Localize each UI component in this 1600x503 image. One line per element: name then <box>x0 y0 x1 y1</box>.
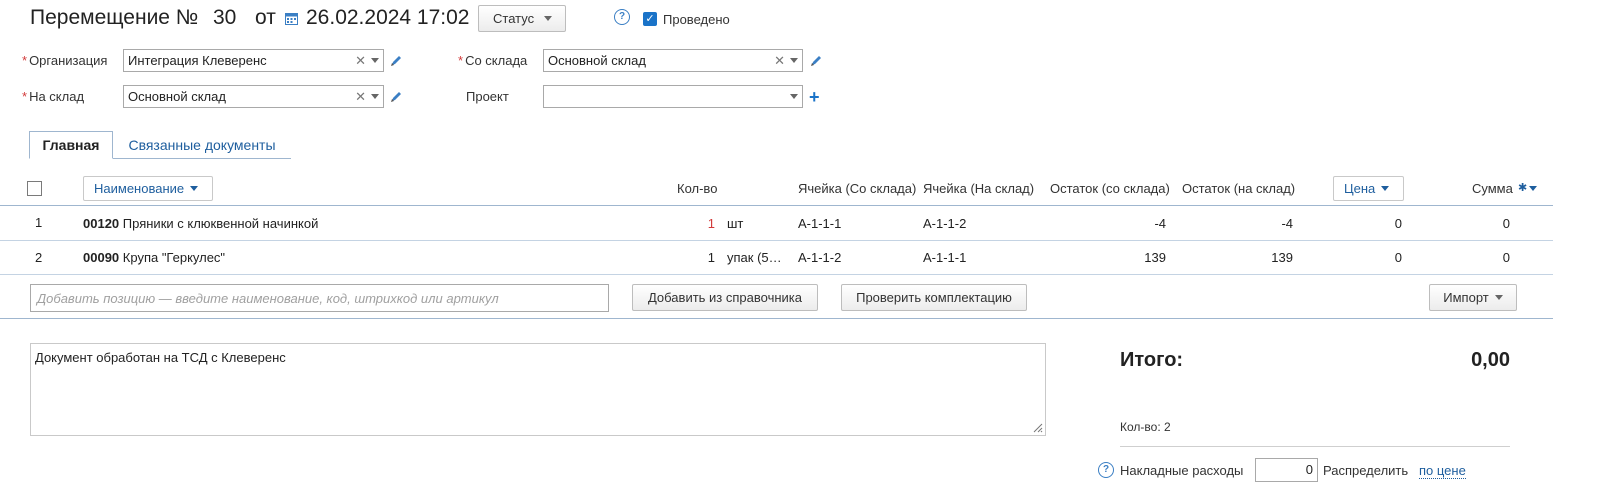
row-item[interactable]: 00120 Пряники с клюквенной начинкой <box>83 216 318 231</box>
column-cell-to: Ячейка (На склад) <box>923 181 1035 196</box>
to-store-select[interactable]: Основной склад ✕ <box>123 85 384 108</box>
column-cell-from: Ячейка (Со склада) <box>798 181 917 196</box>
row-unit: упак (5… <box>727 250 782 265</box>
row-sum: 0 <box>1502 250 1510 265</box>
project-select[interactable] <box>543 85 803 108</box>
edit-icon[interactable] <box>810 54 823 67</box>
distribute-by-price-link[interactable]: по цене <box>1419 463 1466 479</box>
organization-label: * Организация <box>22 53 108 68</box>
date-from-label: от <box>255 6 276 29</box>
row-price[interactable]: 0 <box>1340 216 1402 231</box>
chevron-down-icon <box>1494 295 1503 300</box>
document-date[interactable]: 26.02.2024 17:02 <box>306 6 470 30</box>
row-qty[interactable]: 1 <box>680 216 715 231</box>
row-number: 2 <box>35 250 43 265</box>
project-label: Проект <box>466 89 509 104</box>
chevron-down-icon <box>1381 186 1390 191</box>
edit-icon[interactable] <box>390 54 403 67</box>
add-project-icon[interactable]: + <box>809 88 820 106</box>
table-row[interactable]: 2 00090 Крупа "Геркулес" 1 упак (5… А-1-… <box>0 241 1553 274</box>
row-price[interactable]: 0 <box>1340 250 1402 265</box>
row-unit: шт <box>727 216 744 231</box>
row-item[interactable]: 00090 Крупа "Геркулес" <box>83 250 225 265</box>
to-store-label: * На склад <box>22 89 85 104</box>
tab-main[interactable]: Главная <box>29 131 113 159</box>
column-price-label: Цена <box>1344 181 1376 196</box>
from-store-value: Основной склад <box>548 53 646 68</box>
posted-checkbox[interactable]: ✓ <box>643 12 657 26</box>
clear-icon[interactable]: ✕ <box>355 89 366 105</box>
row-cell-to[interactable]: А-1-1-2 <box>923 216 966 231</box>
column-name-label: Наименование <box>94 181 185 196</box>
resize-grip-icon[interactable] <box>1031 421 1043 433</box>
row-rest-from: 139 <box>1144 250 1166 265</box>
chevron-down-icon[interactable] <box>790 94 798 99</box>
section-divider <box>0 318 1553 319</box>
from-store-label: * Со склада <box>458 53 528 68</box>
help-icon[interactable]: ? <box>1098 462 1114 478</box>
add-from-catalog-button[interactable]: Добавить из справочника <box>632 284 818 311</box>
select-all-checkbox[interactable] <box>27 181 42 196</box>
row-divider <box>0 274 1553 275</box>
check-completeness-button[interactable]: Проверить комплектацию <box>841 284 1027 311</box>
row-cell-to[interactable]: А-1-1-1 <box>923 250 966 265</box>
row-rest-to: 139 <box>1271 250 1293 265</box>
status-button[interactable]: Статус <box>478 5 566 32</box>
help-icon[interactable]: ? <box>614 9 630 25</box>
add-position-placeholder: Добавить позицию — введите наименование,… <box>37 290 499 306</box>
clear-icon[interactable]: ✕ <box>774 53 785 69</box>
overhead-input[interactable]: 0 <box>1255 458 1318 482</box>
row-qty[interactable]: 1 <box>680 250 715 265</box>
organization-value: Интеграция Клеверенс <box>128 53 267 68</box>
column-qty: Кол-во <box>677 181 718 196</box>
edit-icon[interactable] <box>390 90 403 103</box>
from-store-select[interactable]: Основной склад ✕ <box>543 49 803 72</box>
distribute-label: Распределить <box>1323 463 1409 478</box>
row-cell-from[interactable]: А-1-1-2 <box>798 250 841 265</box>
comment-text: Документ обработан на ТСД с Клеверенс <box>35 350 286 365</box>
total-label: Итого: <box>1120 349 1184 371</box>
tab-related-documents[interactable]: Связанные документы <box>113 131 291 159</box>
total-value: 0,00 <box>1471 349 1510 371</box>
column-rest-to: Остаток (на склад) <box>1182 181 1296 196</box>
page-title: Перемещение № <box>30 6 199 29</box>
row-rest-to: -4 <box>1281 216 1293 231</box>
column-sum: Сумма <box>1472 181 1513 196</box>
organization-select[interactable]: Интеграция Клеверенс ✕ <box>123 49 384 72</box>
clear-icon[interactable]: ✕ <box>355 53 366 69</box>
chevron-down-icon <box>544 16 553 21</box>
row-rest-from: -4 <box>1154 216 1166 231</box>
import-button[interactable]: Импорт <box>1429 284 1517 311</box>
items-count: Кол-во: 2 <box>1120 420 1171 434</box>
chevron-down-icon <box>190 186 199 191</box>
summary-divider <box>1120 446 1510 447</box>
column-name-sort-button[interactable]: Наименование <box>83 176 213 201</box>
column-price-sort-button[interactable]: Цена <box>1333 176 1404 201</box>
chevron-down-icon[interactable] <box>371 58 379 63</box>
calendar-icon[interactable] <box>285 12 298 25</box>
status-button-label: Статус <box>493 11 535 26</box>
row-number: 1 <box>35 215 43 230</box>
table-row[interactable]: 1 00120 Пряники с клюквенной начинкой 1 … <box>0 206 1553 240</box>
row-cell-from[interactable]: А-1-1-1 <box>798 216 841 231</box>
comment-textarea[interactable]: Документ обработан на ТСД с Клеверенс <box>30 343 1046 436</box>
overhead-label: Накладные расходы <box>1120 463 1244 478</box>
add-position-input[interactable]: Добавить позицию — введите наименование,… <box>30 284 609 312</box>
import-button-label: Импорт <box>1443 290 1489 305</box>
posted-label: Проведено <box>663 12 730 27</box>
column-rest-from: Остаток (со склада) <box>1050 181 1170 196</box>
row-sum: 0 <box>1502 216 1510 231</box>
gear-icon[interactable]: ✱ <box>1518 181 1538 194</box>
chevron-down-icon[interactable] <box>371 94 379 99</box>
to-store-value: Основной склад <box>128 89 226 104</box>
document-number: 30 <box>213 6 237 29</box>
chevron-down-icon[interactable] <box>790 58 798 63</box>
